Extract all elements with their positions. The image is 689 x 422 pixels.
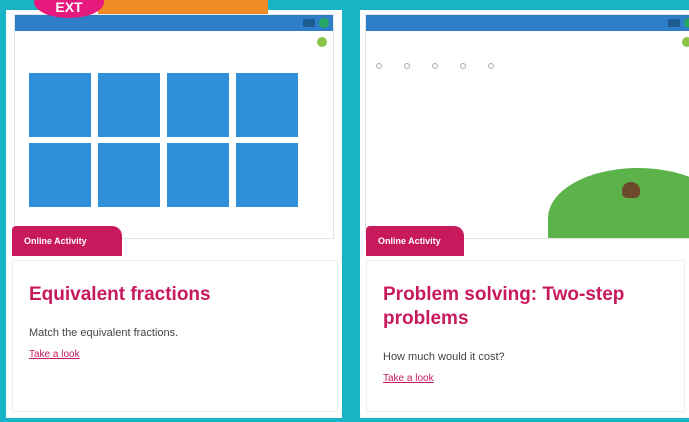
fraction-tile [236, 73, 298, 137]
fraction-tile [98, 143, 160, 207]
fraction-tile [29, 143, 91, 207]
answer-option [404, 63, 414, 69]
activity-preview [14, 14, 334, 239]
radio-icon [460, 63, 466, 69]
ext-badge-label: EXT [55, 0, 83, 15]
preview-menu-pill [303, 19, 315, 27]
answer-option [460, 63, 470, 69]
preview-question [15, 31, 333, 47]
preview-title-bar [366, 15, 689, 31]
preview-menu-pill [668, 19, 680, 27]
close-icon [319, 18, 329, 28]
fraction-tile [98, 73, 160, 137]
radio-icon [432, 63, 438, 69]
mole-illustration [622, 182, 640, 198]
answer-option [432, 63, 442, 69]
activity-card-problem-solving[interactable]: Online Activity Problem solving: Two-ste… [360, 10, 689, 418]
card-title: Problem solving: Two-step problems [383, 284, 625, 329]
activity-card-equivalent-fractions[interactable]: Online Activity Equivalent fractions Mat… [6, 10, 342, 418]
take-a-look-link[interactable]: Take a look [29, 349, 80, 360]
fraction-tile-grid [29, 73, 298, 207]
card-body: Equivalent fractions Match the equivalen… [12, 260, 338, 412]
fraction-tile [167, 73, 229, 137]
card-description: How much would it cost? [383, 351, 505, 363]
card-description: Match the equivalent fractions. [29, 327, 179, 339]
take-a-look-link[interactable]: Take a look [383, 373, 434, 384]
grass-hill-illustration [548, 168, 689, 238]
preview-question [366, 31, 689, 47]
fraction-tile [236, 143, 298, 207]
card-title: Equivalent fractions [29, 284, 211, 305]
help-icon [682, 37, 689, 47]
radio-icon [488, 63, 494, 69]
online-activity-tag: Online Activity [366, 226, 464, 256]
card-body: Problem solving: Two-step problems How m… [366, 260, 685, 412]
radio-icon [404, 63, 410, 69]
answer-option [376, 63, 386, 69]
activity-preview [365, 14, 689, 239]
answer-option [488, 63, 498, 69]
radio-icon [376, 63, 382, 69]
header-banner [98, 0, 268, 14]
online-activity-tag: Online Activity [12, 226, 122, 256]
close-icon [684, 18, 689, 28]
fraction-tile [167, 143, 229, 207]
fraction-tile [29, 73, 91, 137]
answer-options [366, 37, 689, 69]
help-icon [317, 37, 327, 47]
